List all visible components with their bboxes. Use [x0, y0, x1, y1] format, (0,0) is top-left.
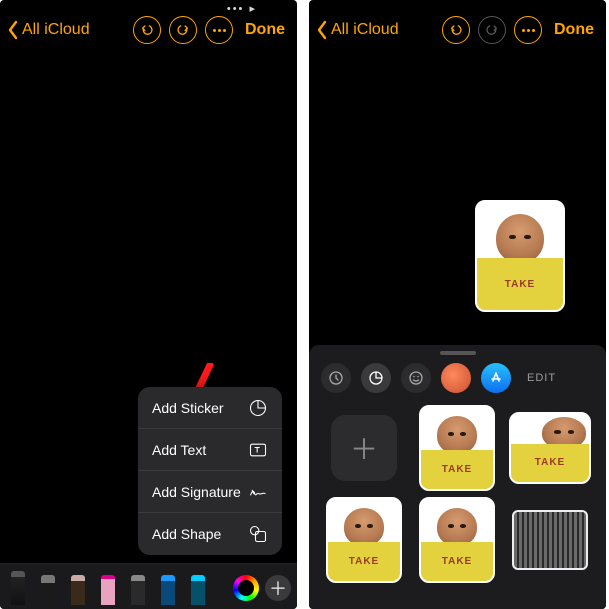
markup-toolbar: ＋ [0, 563, 297, 609]
menu-label: Add Sticker [152, 400, 224, 416]
pencil-tool[interactable] [66, 565, 90, 605]
sticker-panel: EDIT ＋ TAKE TAKE TAKE TAKE [309, 345, 606, 609]
add-shape-item[interactable]: Add Shape [138, 513, 282, 555]
tab-recents[interactable] [321, 363, 351, 393]
panel-tabs: EDIT [309, 355, 606, 401]
sticker-icon [368, 370, 384, 386]
sticker-item[interactable]: TAKE [416, 407, 498, 489]
undo-button[interactable] [442, 16, 470, 44]
back-button[interactable]: All iCloud [315, 20, 399, 40]
menu-label: Add Shape [152, 526, 221, 542]
nav-bar: All iCloud Done [0, 8, 297, 52]
chevron-left-icon [6, 20, 20, 40]
back-label: All iCloud [331, 21, 399, 39]
crayon-tool[interactable] [186, 565, 210, 605]
tab-apps[interactable] [481, 363, 511, 393]
sticker-grid: ＋ TAKE TAKE TAKE TAKE [309, 401, 606, 587]
undo-button[interactable] [133, 16, 161, 44]
add-text-item[interactable]: Add Text [138, 429, 282, 471]
phone-left: ••• ▸ All iCloud Done Add Sticker Add Te… [0, 0, 297, 609]
sticker-item[interactable]: TAKE [416, 499, 498, 581]
redo-icon [176, 23, 190, 37]
eraser-tool[interactable] [96, 565, 120, 605]
done-button[interactable]: Done [554, 21, 594, 39]
add-signature-item[interactable]: Add Signature [138, 471, 282, 513]
undo-icon [449, 23, 463, 37]
redo-button-disabled [478, 16, 506, 44]
ellipsis-icon [213, 29, 226, 32]
add-button[interactable]: ＋ [265, 575, 291, 601]
keyboard-sticker [512, 510, 588, 570]
done-button[interactable]: Done [245, 21, 285, 39]
chevron-left-icon [315, 20, 329, 40]
text-icon [248, 440, 268, 460]
ellipsis-icon [522, 29, 535, 32]
pen-tool[interactable] [6, 565, 30, 605]
edit-button[interactable]: EDIT [527, 372, 556, 384]
more-button[interactable] [514, 16, 542, 44]
menu-label: Add Signature [152, 484, 241, 500]
sticker-text: TAKE [505, 279, 535, 290]
sticker-item[interactable]: TAKE [509, 407, 591, 489]
back-button[interactable]: All iCloud [6, 20, 90, 40]
tab-emoji[interactable] [401, 363, 431, 393]
clock-icon [328, 370, 344, 386]
appstore-icon [488, 370, 504, 386]
add-sticker-cell[interactable]: ＋ [323, 407, 405, 489]
marker-tool[interactable] [36, 565, 60, 605]
signature-icon [248, 482, 268, 502]
sticker-item[interactable]: TAKE [323, 499, 405, 581]
phone-right: All iCloud Done TAKE [309, 0, 606, 609]
add-menu: Add Sticker Add Text Add Signature Add S… [138, 387, 282, 555]
undo-icon [140, 23, 154, 37]
back-label: All iCloud [22, 21, 90, 39]
nav-bar: All iCloud Done [309, 8, 606, 52]
emoji-icon [408, 370, 424, 386]
lasso-tool[interactable] [126, 565, 150, 605]
sticker-item[interactable] [509, 499, 591, 581]
sticker-icon [248, 398, 268, 418]
ruler-tool[interactable] [156, 565, 180, 605]
add-sticker-item[interactable]: Add Sticker [138, 387, 282, 429]
redo-icon [485, 23, 499, 37]
tab-stickers[interactable] [361, 363, 391, 393]
tab-memoji[interactable] [441, 363, 471, 393]
plus-icon: ＋ [331, 415, 397, 481]
shape-icon [248, 524, 268, 544]
placed-sticker[interactable]: TAKE [475, 200, 565, 312]
color-picker[interactable] [233, 575, 259, 601]
menu-label: Add Text [152, 442, 206, 458]
more-button[interactable] [205, 16, 233, 44]
redo-button[interactable] [169, 16, 197, 44]
